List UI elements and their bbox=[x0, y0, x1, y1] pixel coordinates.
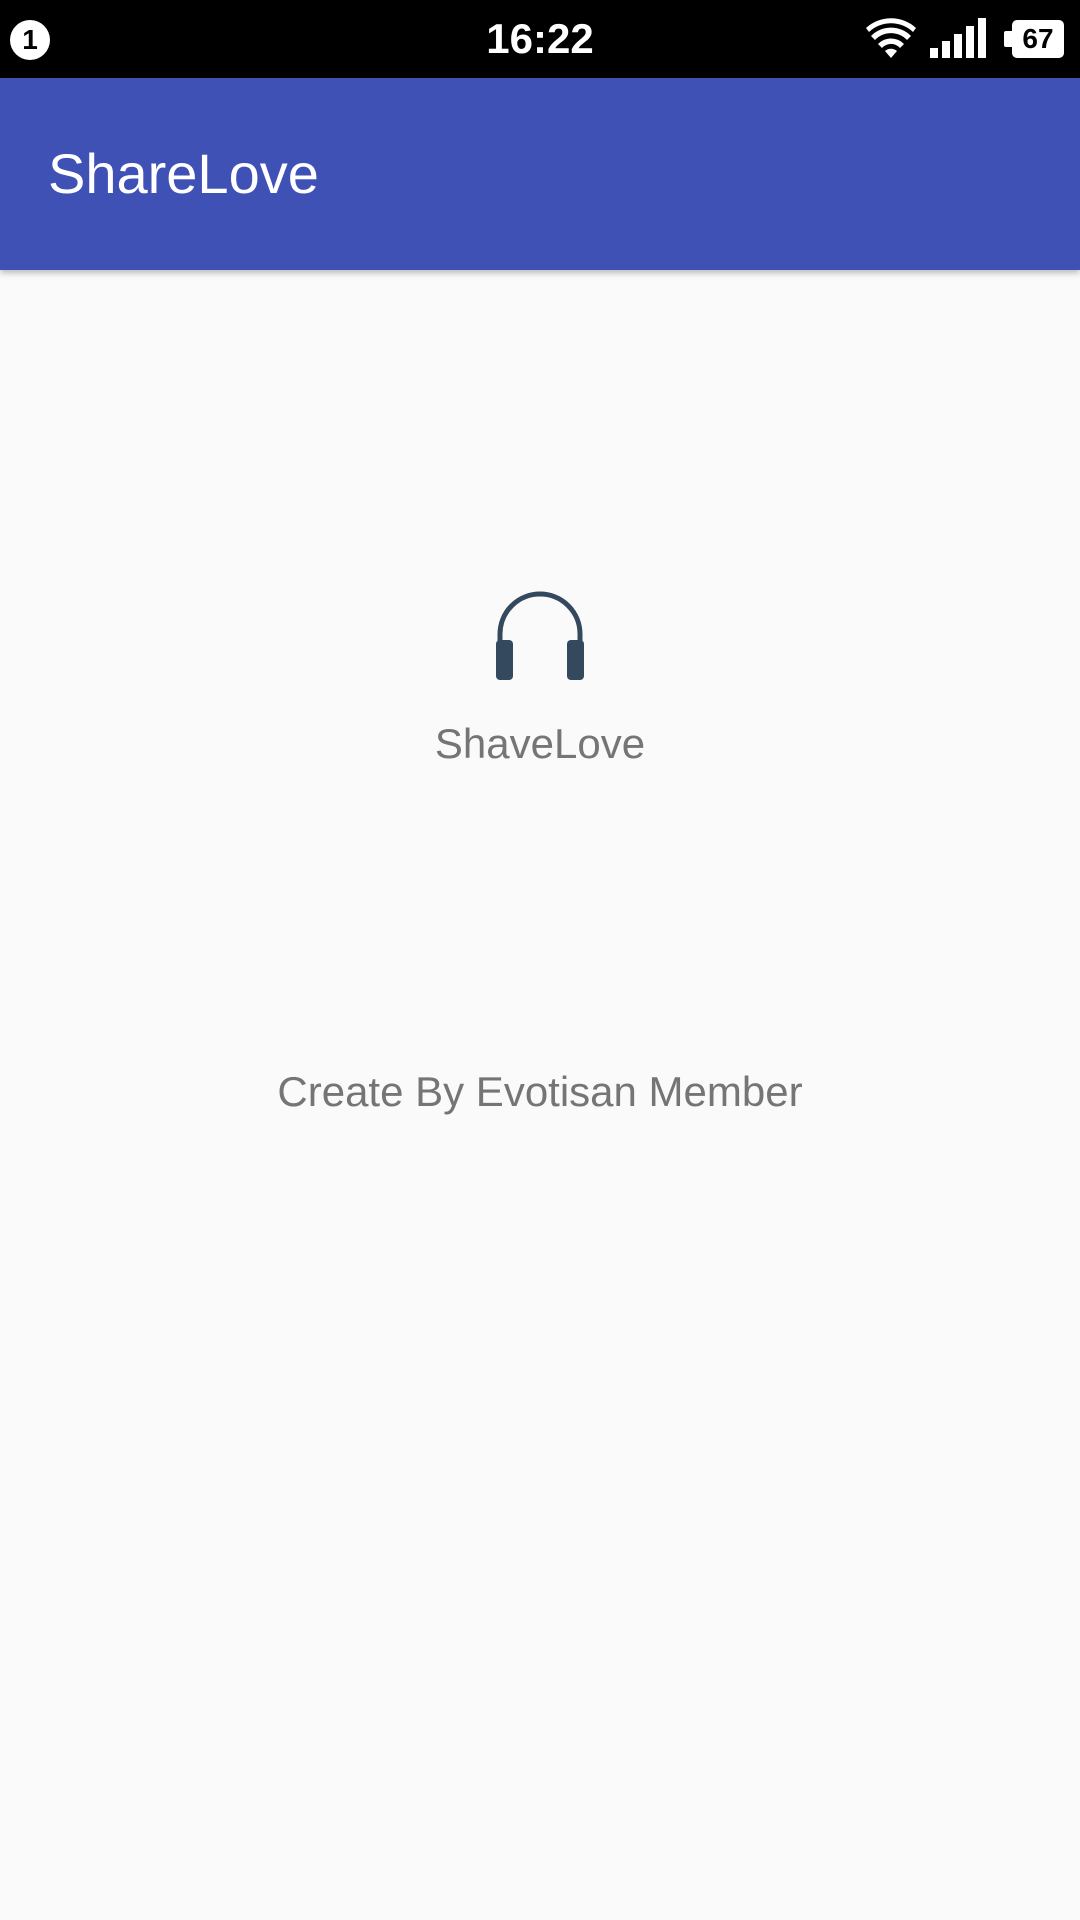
credit-text: Create By Evotisan Member bbox=[277, 1068, 803, 1115]
app-title: ShareLove bbox=[48, 142, 319, 205]
main-content: ShaveLove Create By Evotisan Member bbox=[0, 270, 1080, 1920]
battery-level: 67 bbox=[1022, 23, 1054, 54]
logo-label: ShaveLove bbox=[434, 720, 646, 767]
status-clock: 16:22 bbox=[486, 15, 594, 62]
wifi-icon bbox=[866, 18, 916, 58]
status-bar: 1 16:22 67 bbox=[0, 0, 1080, 78]
signal-icon bbox=[930, 18, 986, 58]
app-bar: ShareLove bbox=[0, 78, 1080, 270]
headphones-icon bbox=[496, 591, 584, 680]
battery-icon: 67 bbox=[1004, 20, 1066, 58]
